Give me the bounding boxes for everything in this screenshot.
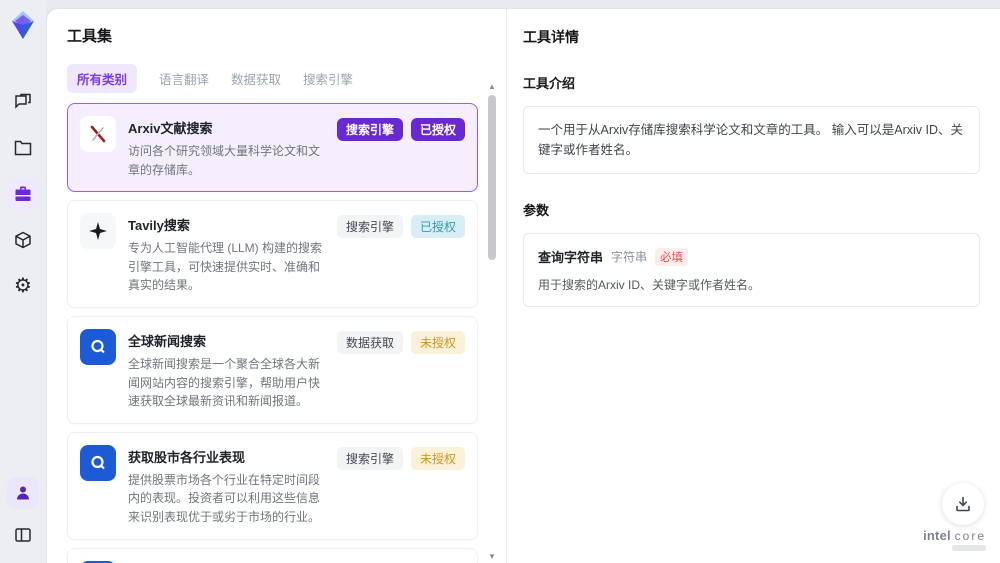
tool-desc: 访问各个研究领域大量科学论文和文章的存储库。 — [128, 144, 321, 177]
sidebar-item-settings[interactable]: ⚙ — [7, 270, 39, 302]
sidebar-item-models[interactable] — [7, 224, 39, 256]
page-title: 工具集 — [67, 28, 113, 45]
toolbox-icon — [15, 186, 31, 201]
category-tabs: 所有类别 语言翻译 数据获取 搜索引擎 — [67, 64, 478, 93]
gear-icon: ⚙ — [14, 275, 32, 297]
auth-badge: 未授权 — [410, 330, 465, 354]
tool-name: 获取股市各行业表现 — [128, 449, 246, 465]
tool-card-most-active-stocks[interactable]: 获取市场最活跃股票信息 提供当天交易量最高的股票列表，投资者可以利用这些信息来识… — [67, 547, 478, 563]
tool-details-panel: 工具详情 工具介绍 一个用于从Arxiv存储库搜索科学论文和文章的工具。 输入可… — [507, 9, 1000, 563]
news-search-icon — [80, 444, 116, 481]
arxiv-icon — [80, 116, 116, 152]
auth-badge: 未授权 — [410, 446, 465, 470]
params-heading: 参数 — [523, 203, 550, 218]
download-icon — [956, 496, 970, 512]
app-logo-icon — [12, 11, 34, 39]
tools-list-panel: 工具集 所有类别 语言翻译 数据获取 搜索引擎 Arxiv文献搜索 访问各个研究… — [47, 9, 507, 563]
tool-card-tavily[interactable]: Tavily搜索 专为人工智能代理 (LLM) 构建的搜索引擎工具，可快速提供实… — [67, 200, 478, 308]
param-card: 查询字符串 字符串 必填 用于搜索的Arxiv ID、关键字或作者姓名。 — [523, 233, 980, 307]
core-logo-text: core — [954, 529, 986, 543]
intel-core-watermark: intel core — [923, 528, 986, 551]
auth-badge: 已授权 — [410, 215, 465, 239]
scrollbar-thumb[interactable] — [488, 95, 496, 260]
tool-card-global-news[interactable]: 全球新闻搜索 全球新闻搜索是一个聚合全球各大新闻网站内容的搜索引擎，帮助用户快速… — [67, 315, 478, 424]
left-sidebar: ⚙ — [0, 0, 46, 563]
panel-layout-icon — [15, 528, 31, 542]
tool-card-arxiv[interactable]: Arxiv文献搜索 访问各个研究领域大量科学论文和文章的存储库。 搜索引擎 已授… — [67, 103, 478, 193]
tool-name: Arxiv文献搜索 — [128, 121, 213, 136]
tavily-icon — [80, 213, 116, 250]
tab-language-translation[interactable]: 语言翻译 — [159, 64, 209, 93]
cube-icon — [15, 231, 31, 249]
tool-name: 全球新闻搜索 — [128, 333, 207, 349]
news-search-icon — [80, 328, 116, 365]
sidebar-item-files[interactable] — [7, 132, 39, 164]
tool-desc: 专为人工智能代理 (LLM) 构建的搜索引擎工具，可快速提供实时、准确和真实的结… — [128, 241, 323, 293]
param-required-badge: 必填 — [655, 247, 689, 266]
category-badge: 数据获取 — [336, 330, 403, 354]
sidebar-item-profile[interactable] — [7, 477, 39, 509]
tool-name: Tavily搜索 — [128, 218, 190, 234]
watermark-sub-mark — [952, 545, 986, 551]
tool-card-sector-performance[interactable]: 获取股市各行业表现 提供股票市场各个行业在特定时间段内的表现。投资者可以利用这些… — [67, 431, 478, 540]
intro-box: 一个用于从Arxiv存储库搜索科学论文和文章的工具。 输入可以是Arxiv ID… — [523, 106, 980, 174]
param-name: 查询字符串 — [538, 250, 604, 265]
tab-data-fetching[interactable]: 数据获取 — [231, 64, 281, 93]
scroll-down-icon[interactable]: ▼ — [488, 553, 496, 561]
sidebar-item-panel-toggle[interactable] — [7, 519, 39, 551]
intro-heading: 工具介绍 — [523, 76, 576, 91]
param-desc: 用于搜索的Arxiv ID、关键字或作者姓名。 — [538, 278, 761, 292]
category-badge: 搜索引擎 — [336, 118, 403, 141]
tab-search-engine[interactable]: 搜索引擎 — [303, 64, 353, 93]
param-type: 字符串 — [611, 250, 648, 264]
sidebar-item-chat[interactable] — [7, 86, 39, 118]
scroll-up-icon[interactable]: ▲ — [488, 83, 496, 91]
tab-all-categories[interactable]: 所有类别 — [67, 64, 138, 93]
auth-badge: 已授权 — [410, 118, 465, 141]
category-badge: 搜索引擎 — [336, 215, 403, 239]
sidebar-item-tools[interactable] — [7, 178, 39, 210]
main-content: 工具集 所有类别 语言翻译 数据获取 搜索引擎 Arxiv文献搜索 访问各个研究… — [46, 8, 1000, 563]
list-scrollbar[interactable]: ▲ ▼ — [486, 83, 498, 563]
details-title: 工具详情 — [523, 29, 579, 45]
tool-desc: 提供股票市场各个行业在特定时间段内的表现。投资者可以利用这些信息来识别表现优于或… — [128, 472, 321, 524]
tool-list: Arxiv文献搜索 访问各个研究领域大量科学论文和文章的存储库。 搜索引擎 已授… — [67, 103, 478, 563]
download-button[interactable] — [942, 483, 984, 525]
category-badge: 搜索引擎 — [336, 446, 403, 470]
folder-icon — [14, 140, 32, 156]
user-icon — [17, 486, 29, 500]
chat-icon — [15, 93, 31, 109]
intel-logo-text: intel — [923, 528, 951, 543]
tool-desc: 全球新闻搜索是一个聚合全球各大新闻网站内容的搜索引擎，帮助用户快速获取全球最新资… — [128, 356, 321, 409]
